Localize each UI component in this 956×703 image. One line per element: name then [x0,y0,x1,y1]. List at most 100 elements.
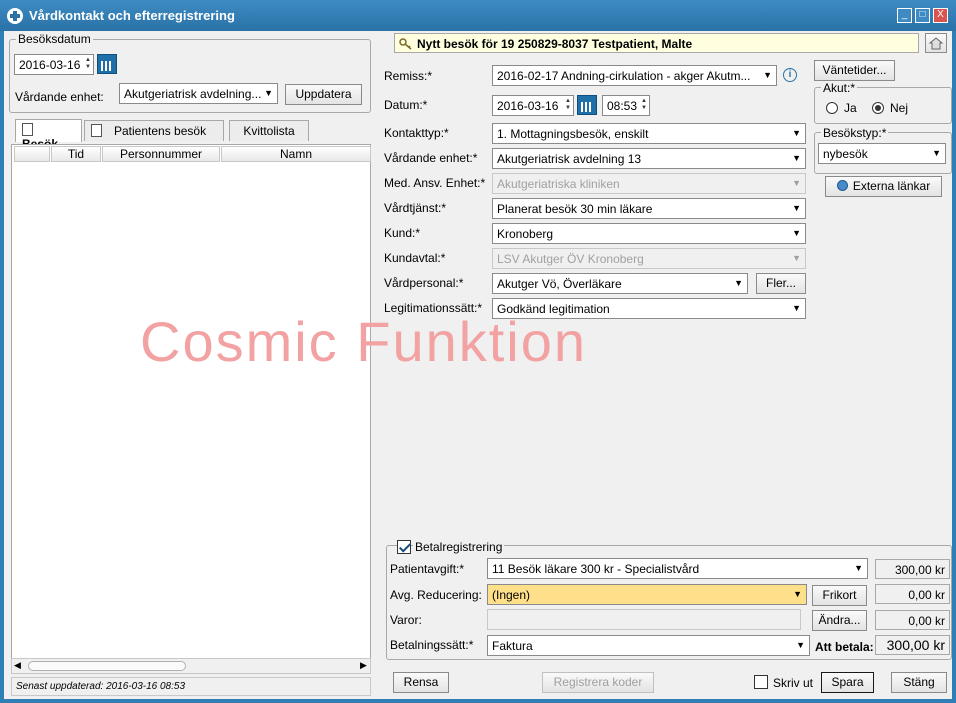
visit-date-field[interactable]: 2016-03-16 ▲ ▼ [14,54,94,75]
date-spinner-icon[interactable]: ▲ ▼ [565,98,571,112]
unit-label: Vårdande enhet: [15,90,104,104]
chevron-down-icon: ▼ [792,153,801,163]
chevron-down-icon: ▼ [792,128,801,138]
remiss-label: Remiss:* [384,69,433,83]
visits-table[interactable]: Tid Personnummer Namn [11,144,371,674]
scrollbar-thumb[interactable] [28,661,186,671]
chevron-down-icon: ▼ [763,70,772,80]
kontakttyp-label: Kontakttyp:* [384,126,449,140]
stang-button[interactable]: Stäng [891,672,947,693]
kundavtal-select: LSV Akutger ÖV Kronoberg ▼ [492,248,806,269]
tab-kvittolista-label: Kvittolista [243,124,295,138]
key-icon [399,38,412,50]
varor-amount: 0,00 kr [875,610,950,630]
reducering-value: (Ingen) [492,588,531,602]
spara-button[interactable]: Spara [821,672,874,693]
maximize-button[interactable]: □ [915,8,930,23]
datum-value: 2016-03-16 [497,99,559,113]
visit-date-value: 2016-03-16 [19,58,81,72]
unit-select[interactable]: Akutgeriatrisk avdelning... ▼ [119,83,278,104]
visit-date-group-label: Besöksdatum [16,32,93,46]
column-header-select[interactable] [14,146,50,162]
update-button[interactable]: Uppdatera [285,84,362,105]
link-globe-icon [836,180,848,191]
akut-nej-radio[interactable]: Nej [872,101,908,115]
patient-banner-text: Nytt besök för 19 250829-8037 Testpatien… [417,37,693,51]
reducering-select[interactable]: (Ingen) ▼ [487,584,807,605]
info-icon[interactable]: i [783,68,797,82]
patientavgift-select[interactable]: 11 Besök läkare 300 kr - Specialistvård … [487,558,868,579]
scroll-right-icon[interactable]: ▶ [360,660,367,671]
unit-select-value: Akutgeriatrisk avdelning... [124,87,262,101]
medical-cross-icon [7,8,23,24]
radio-nej-icon [872,102,884,114]
vardande-label: Vårdande enhet:* [384,151,478,165]
vardtjanst-value: Planerat besök 30 min läkare [497,202,653,216]
title-bar: Vårdkontakt och efterregistrering _ □ X [0,0,956,31]
patient-banner: Nytt besök för 19 250829-8037 Testpatien… [394,33,919,53]
betalningssatt-label: Betalningssätt:* [390,638,474,652]
calendar-icon[interactable] [97,54,117,74]
tab-besok[interactable]: Besök [15,119,82,151]
att-betala-label: Att betala: [815,640,874,654]
kontakttyp-value: 1. Mottagningsbesök, enskilt [497,127,649,141]
chevron-down-icon: ▼ [264,88,273,98]
patientavgift-value: 11 Besök läkare 300 kr - Specialistvård [492,562,700,576]
chevron-down-icon: ▼ [792,303,801,313]
clipboard-icon [91,124,102,137]
fler-button[interactable]: Fler... [756,273,806,294]
column-header-tid[interactable]: Tid [51,146,101,162]
time-field[interactable]: 08:53 ▲ ▼ [602,95,650,116]
vantetider-button[interactable]: Väntetider... [814,60,895,81]
scroll-left-icon[interactable]: ◀ [14,660,21,671]
chevron-down-icon: ▼ [792,203,801,213]
vardtjanst-label: Vårdtjänst:* [384,201,447,215]
payment-checkbox[interactable] [397,540,411,554]
house-icon [928,37,944,50]
minimize-button[interactable]: _ [897,8,912,23]
tab-patientens-besok[interactable]: Patientens besök [84,120,224,141]
betalningssatt-value: Faktura [492,639,533,653]
watermark-text: Cosmic Funktion [140,310,588,373]
besokstyp-select[interactable]: nybesök ▼ [818,143,946,164]
column-header-namn[interactable]: Namn [221,146,371,162]
skriv-ut-checkbox[interactable] [754,675,768,689]
window-title: Vårdkontakt och efterregistrering [29,8,235,23]
window-client: Besöksdatum 2016-03-16 ▲ ▼ Vårdande enhet… [4,31,952,699]
andra-button[interactable]: Ändra... [812,610,867,631]
kund-label: Kund:* [384,226,421,240]
main-window: Vårdkontakt och efterregistrering _ □ X … [0,0,956,703]
patientavgift-amount: 300,00 kr [875,559,950,579]
betalningssatt-select[interactable]: Faktura ▼ [487,635,810,656]
horizontal-scrollbar[interactable]: ◀ ▶ [11,658,371,674]
akut-ja-radio[interactable]: Ja [826,101,857,115]
externa-lankar-button[interactable]: Externa länkar [825,176,942,197]
remiss-value: 2016-02-17 Andning-cirkulation - akger A… [497,69,751,83]
time-spinner-icon[interactable]: ▲ ▼ [641,98,647,112]
rensa-button[interactable]: Rensa [393,672,449,693]
kontakttyp-select[interactable]: 1. Mottagningsbesök, enskilt ▼ [492,123,806,144]
date-spinner-icon[interactable]: ▲ ▼ [85,57,91,71]
tab-kvittolista[interactable]: Kvittolista [229,120,309,141]
varor-field [487,609,801,630]
kundavtal-label: Kundavtal:* [384,251,446,265]
calendar-icon[interactable] [577,95,597,115]
remiss-select[interactable]: 2016-02-17 Andning-cirkulation - akger A… [492,65,777,86]
column-header-personnummer[interactable]: Personnummer [102,146,220,162]
vardtjanst-select[interactable]: Planerat besök 30 min läkare ▼ [492,198,806,219]
att-betala-amount: 300,00 kr [875,635,950,655]
frikort-button[interactable]: Frikort [812,585,867,606]
kund-value: Kronoberg [497,227,554,241]
varor-label: Varor: [390,613,422,627]
vardpersonal-label: Vårdpersonal:* [384,276,464,290]
close-button[interactable]: X [933,8,948,23]
datum-field[interactable]: 2016-03-16 ▲ ▼ [492,95,574,116]
radio-ja-icon [826,102,838,114]
chevron-down-icon: ▼ [734,278,743,288]
kund-select[interactable]: Kronoberg ▼ [492,223,806,244]
besokstyp-value: nybesök [823,147,868,161]
vardande-select[interactable]: Akutgeriatrisk avdelning 13 ▼ [492,148,806,169]
chevron-down-icon: ▼ [854,563,863,573]
home-button[interactable] [925,33,947,53]
vardpersonal-select[interactable]: Akutger Vö, Överläkare ▼ [492,273,748,294]
